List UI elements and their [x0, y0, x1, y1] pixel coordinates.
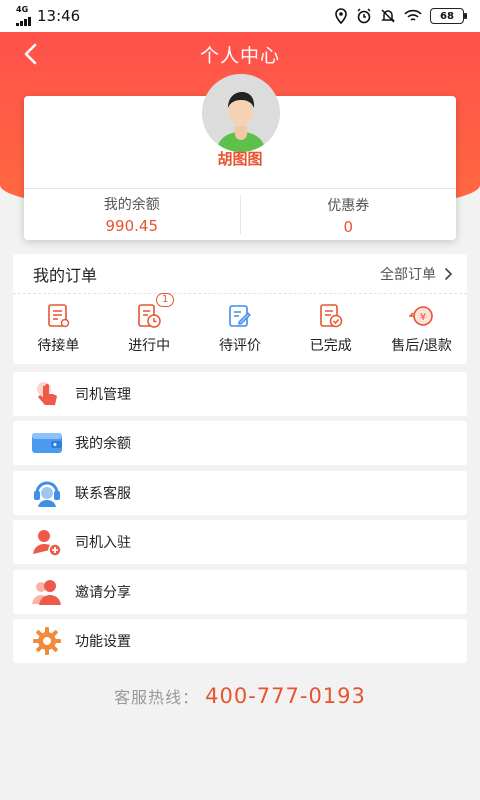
gear-icon	[31, 625, 63, 657]
order-completed[interactable]: 已完成	[285, 303, 376, 355]
order-status-row: 待接单 1 进行中 待评价 已完成 ¥ 售后/退款	[13, 293, 467, 364]
menu-label-customer-service: 联系客服	[75, 486, 131, 502]
coupon-stat[interactable]: 优惠券 0	[239, 195, 457, 236]
order-refund[interactable]: ¥ 售后/退款	[376, 303, 467, 355]
account-stats: 我的余额 990.45 优惠券 0	[24, 188, 456, 240]
wallet-icon	[31, 427, 63, 459]
in-progress-icon-wrap: 1	[136, 293, 175, 329]
battery-icon: 68	[430, 8, 467, 24]
all-orders-link[interactable]: 全部订单	[380, 264, 453, 284]
review-icon	[229, 305, 251, 327]
hotline-label: 客服热线：	[114, 688, 200, 707]
share-users-icon	[31, 576, 63, 608]
network-type: 4G	[16, 5, 29, 14]
orders-title: 我的订单	[33, 265, 98, 285]
order-in-progress[interactable]: 1 进行中	[104, 293, 195, 355]
order-refund-label: 售后/退款	[391, 338, 452, 354]
completed-icon	[319, 304, 343, 328]
pending-order-icon	[48, 304, 70, 328]
service-hotline: 客服热线： 400-777-0193	[0, 684, 480, 708]
menu-label-settings: 功能设置	[75, 634, 131, 650]
avatar-person-icon	[202, 74, 280, 152]
order-pending[interactable]: 待接单	[13, 303, 104, 355]
status-time: 13:46	[37, 7, 81, 25]
menu-item-customer-service[interactable]: 联系客服	[13, 471, 467, 515]
hand-pointer-icon	[31, 378, 63, 410]
back-button[interactable]	[14, 38, 46, 70]
svg-text:¥: ¥	[419, 312, 425, 323]
order-in-progress-label: 进行中	[128, 338, 171, 354]
order-pending-label: 待接单	[37, 338, 80, 354]
hotline-number[interactable]: 400-777-0193	[205, 684, 366, 708]
coupon-label: 优惠券	[327, 198, 370, 214]
signal-icon	[16, 14, 31, 26]
coupon-value: 0	[343, 218, 354, 236]
balance-stat[interactable]: 我的余额 990.45	[24, 189, 240, 240]
add-driver-icon	[31, 526, 63, 558]
wifi-icon	[404, 9, 422, 21]
orders-header: 我的订单 全部订单	[13, 254, 467, 294]
menu-item-settings[interactable]: 功能设置	[13, 619, 467, 663]
back-arrow-icon	[24, 43, 37, 65]
location-icon	[335, 8, 347, 24]
in-progress-badge: 1	[156, 293, 175, 307]
all-orders-label: 全部订单	[380, 266, 436, 283]
avatar[interactable]	[202, 74, 280, 152]
menu-label-invite-share: 邀请分享	[75, 585, 131, 601]
alarm-icon	[357, 8, 371, 24]
menu-item-driver-management[interactable]: 司机管理	[13, 372, 467, 416]
in-progress-icon	[138, 304, 161, 328]
signal-indicator: 4G	[16, 6, 31, 26]
menu-label-driver-join: 司机入驻	[75, 535, 131, 551]
order-to-review-label: 待评价	[218, 338, 261, 354]
menu-label-balance: 我的余额	[75, 436, 131, 452]
balance-value: 990.45	[105, 217, 159, 235]
menu-label-driver-management: 司机管理	[75, 387, 131, 403]
status-bar: 4G 13:46 68	[0, 0, 480, 32]
mute-bell-icon	[381, 9, 395, 23]
page-title: 个人中心	[199, 44, 280, 67]
battery-level: 68	[440, 10, 454, 22]
profile-card: 胡图图 我的余额 990.45 优惠券 0	[24, 74, 456, 240]
username: 胡图图	[217, 150, 263, 168]
chevron-right-icon	[444, 267, 453, 280]
order-completed-label: 已完成	[309, 338, 352, 354]
refund-icon: ¥	[408, 306, 433, 326]
menu-item-balance[interactable]: 我的余额	[13, 421, 467, 465]
nav-bar: 个人中心	[0, 32, 480, 76]
orders-panel: 我的订单 全部订单 待接单 1 进行中 待评价 已完成 ¥ 售后/退款	[13, 254, 467, 364]
menu-item-invite-share[interactable]: 邀请分享	[13, 570, 467, 614]
headset-icon	[31, 477, 63, 509]
balance-label: 我的余额	[103, 197, 160, 213]
order-to-review[interactable]: 待评价	[195, 303, 286, 355]
menu-item-driver-join[interactable]: 司机入驻	[13, 520, 467, 564]
